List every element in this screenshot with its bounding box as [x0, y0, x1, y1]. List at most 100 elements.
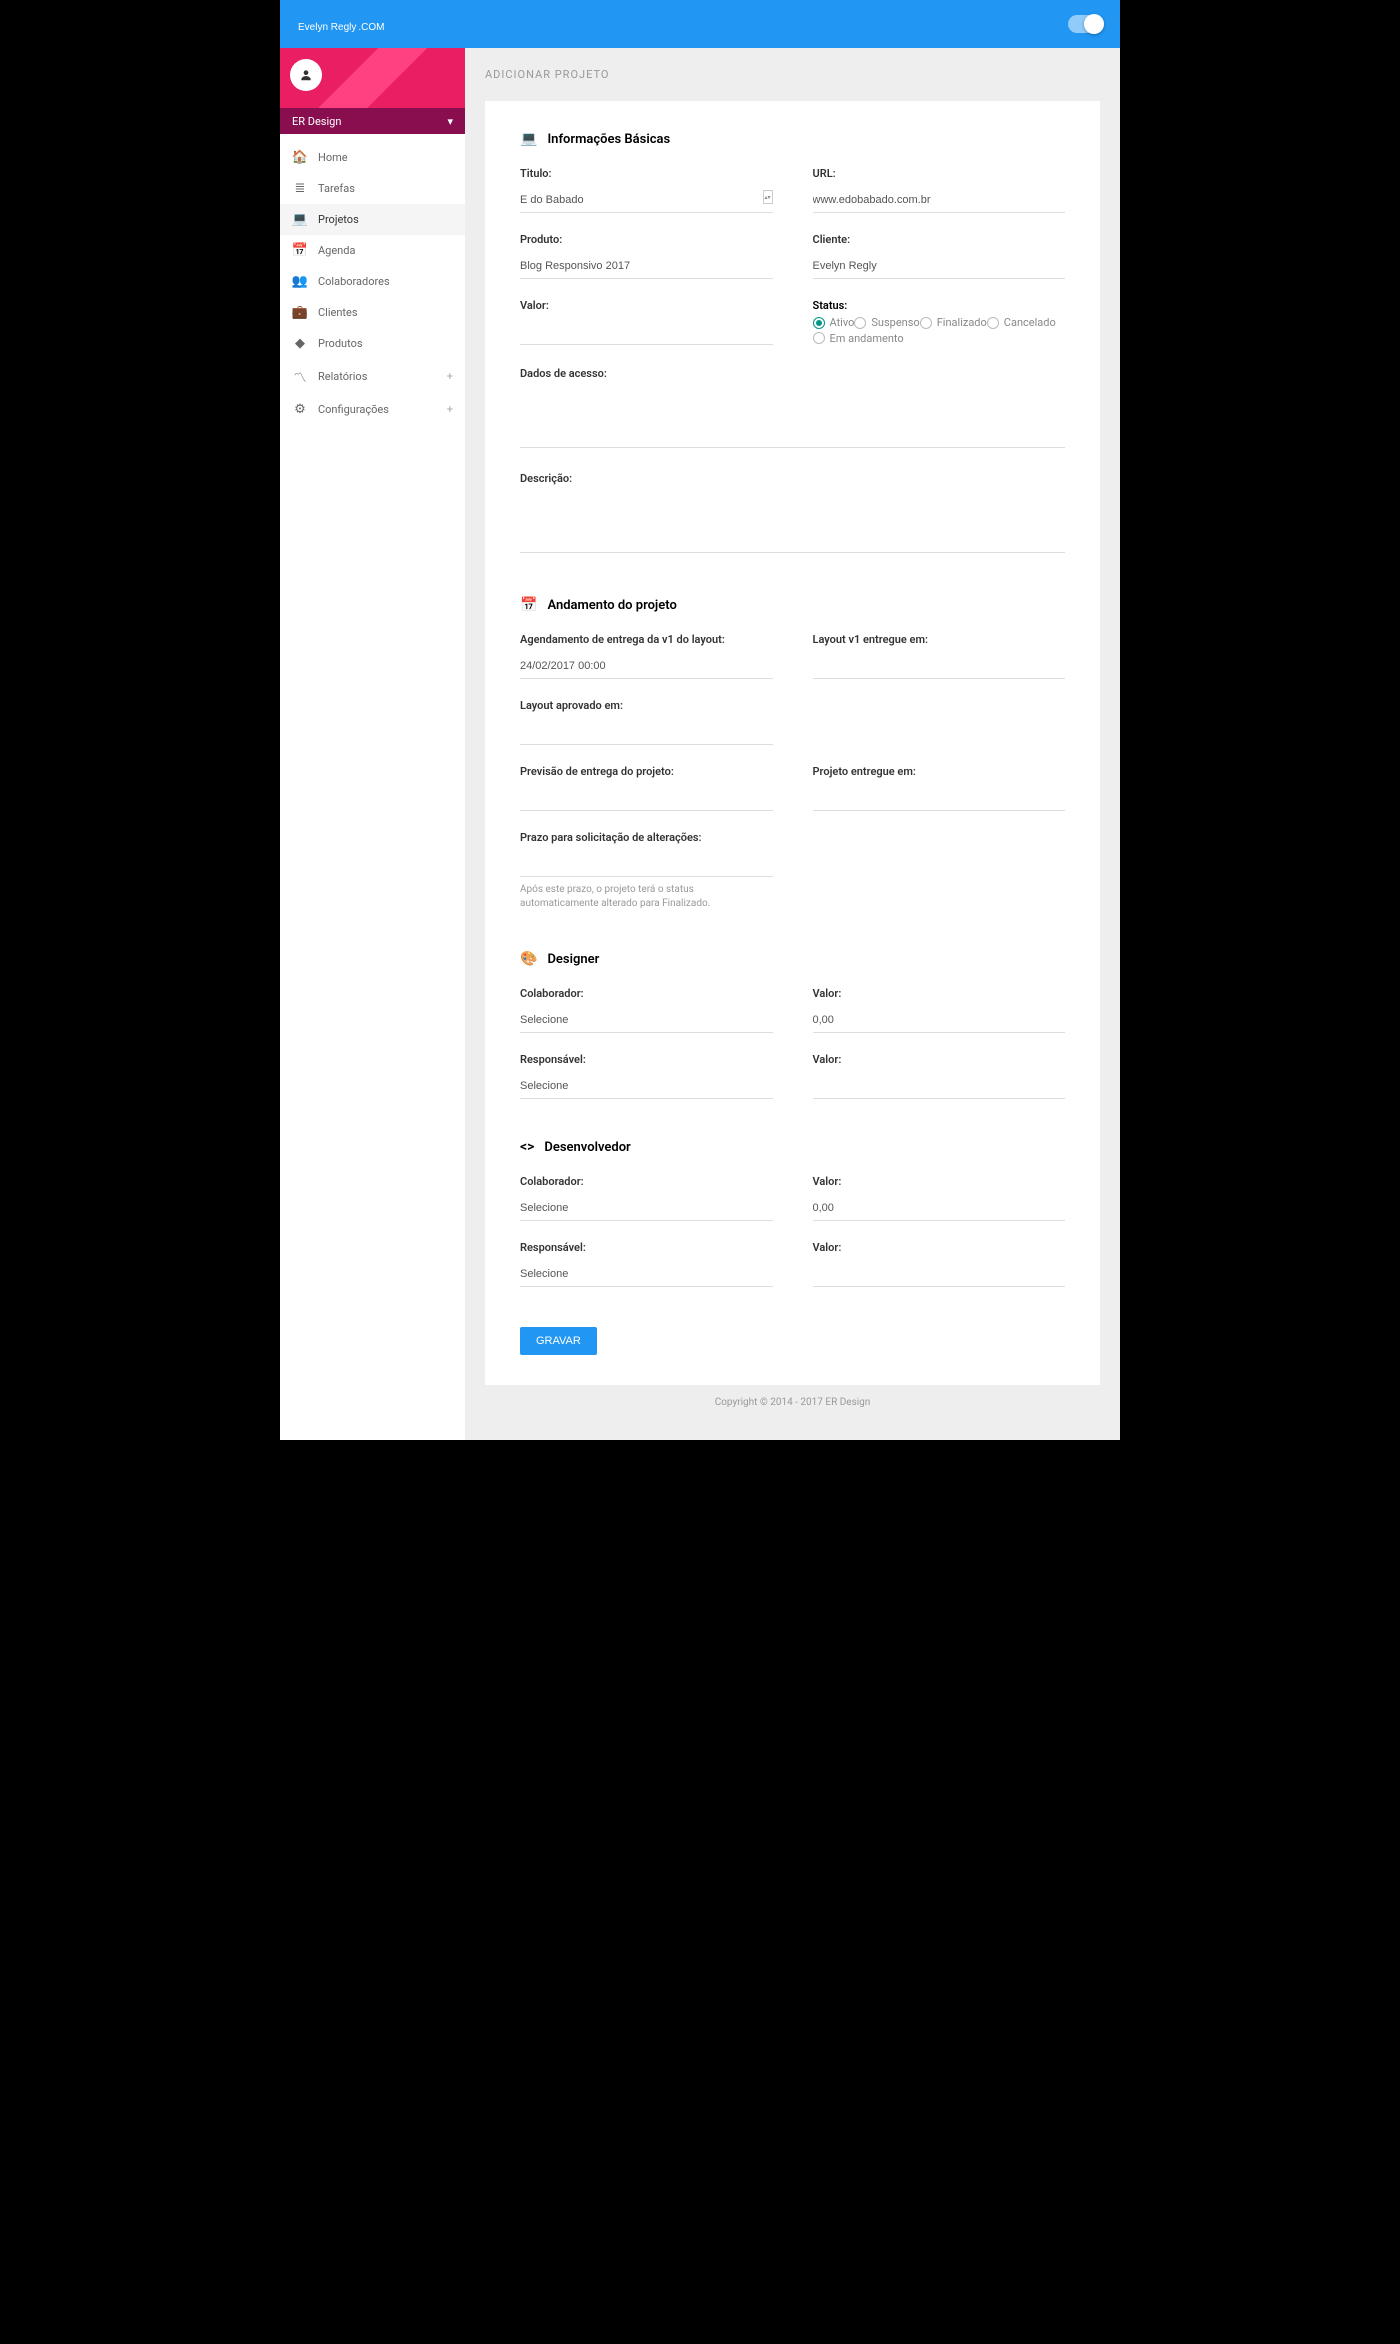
produto-input[interactable]: [520, 256, 773, 279]
section-dev-title: <> Desenvolvedor: [520, 1139, 1065, 1155]
save-button[interactable]: GRAVAR: [520, 1327, 597, 1355]
sidebar-item-projetos[interactable]: 💻 Projetos: [280, 204, 465, 235]
url-input[interactable]: [813, 190, 1066, 213]
dev-colab-label: Colaborador:: [520, 1175, 773, 1188]
dev-resp-label: Responsável:: [520, 1241, 773, 1254]
sidebar-item-label: Relatórios: [318, 370, 367, 383]
sidebar-item-label: Produtos: [318, 337, 363, 350]
descricao-input[interactable]: [520, 493, 1065, 553]
titulo-input[interactable]: [520, 190, 773, 213]
descricao-label: Descrição:: [520, 472, 1065, 485]
sidebar-item-agenda[interactable]: 📅 Agenda: [280, 235, 465, 266]
code-icon: <>: [520, 1139, 534, 1155]
designer-resp-label: Responsável:: [520, 1053, 773, 1066]
prazo-input[interactable]: [520, 854, 773, 877]
status-option-label: Finalizado: [937, 316, 987, 329]
layout-aprovado-label: Layout aprovado em:: [520, 699, 773, 712]
sidebar-item-label: Projetos: [318, 213, 359, 226]
sidebar: ER Design ▾ 🏠Home≣Tarefas 💻 Projetos 📅 Agend…: [280, 48, 465, 1440]
main: ADICIONAR PROJETO 💻 Informações Básicas …: [465, 48, 1120, 1440]
sidebar-header: [280, 48, 465, 108]
status-option[interactable]: Suspenso: [854, 316, 919, 329]
produtos-icon: ◆: [292, 336, 308, 351]
sidebar-item-clientes[interactable]: 💼Clientes: [280, 297, 465, 328]
designer-valor2-label: Valor:: [813, 1053, 1066, 1066]
section-basic-title: 💻 Informações Básicas: [520, 131, 1065, 147]
cliente-input[interactable]: [813, 256, 1066, 279]
prazo-label: Prazo para solicitação de alterações:: [520, 831, 773, 844]
configuracoes-icon: ⚙: [292, 402, 308, 417]
agenda-icon: 📅: [292, 243, 308, 258]
agendamento-label: Agendamento de entrega da v1 do layout:: [520, 633, 773, 646]
toggle-knob: [1084, 14, 1104, 34]
dev-resp-input[interactable]: [520, 1264, 773, 1287]
theme-toggle[interactable]: [1068, 15, 1104, 33]
previsao-label: Previsão de entrega do projeto:: [520, 765, 773, 778]
status-option[interactable]: Finalizado: [920, 316, 987, 329]
home-icon: 🏠: [292, 150, 308, 165]
laptop-icon: 💻: [520, 131, 537, 147]
designer-valor-label: Valor:: [813, 987, 1066, 1000]
radio-icon: [854, 317, 866, 329]
projeto-entregue-label: Projeto entregue em:: [813, 765, 1066, 778]
status-option-label: Ativo: [830, 316, 855, 329]
status-option[interactable]: Em andamento: [813, 332, 904, 345]
projetos-icon: 💻: [292, 212, 308, 227]
section-progress-title: 📅 Andamento do projeto: [520, 597, 1065, 613]
sidebar-item-colaboradores[interactable]: 👥Colaboradores: [280, 266, 465, 297]
spinner-icon[interactable]: ▴▾: [763, 190, 773, 204]
produto-label: Produto:: [520, 233, 773, 246]
sidebar-item-produtos[interactable]: ◆ Produtos: [280, 328, 465, 359]
titulo-label: Titulo:: [520, 167, 773, 180]
sidebar-item-label: Clientes: [318, 306, 358, 319]
dados-label: Dados de acesso:: [520, 367, 1065, 380]
status-option-label: Em andamento: [830, 332, 904, 345]
previsao-input[interactable]: [520, 788, 773, 811]
radio-icon: [813, 332, 825, 344]
sidebar-item-label: Colaboradores: [318, 275, 390, 288]
designer-valor2-input[interactable]: [813, 1076, 1066, 1099]
sidebar-item-relatorios[interactable]: 〽Relatórios+: [280, 359, 465, 394]
status-option[interactable]: Cancelado: [987, 316, 1056, 329]
dados-input[interactable]: [520, 388, 1065, 448]
sidebar-brand[interactable]: ER Design ▾: [280, 108, 465, 134]
avatar[interactable]: [290, 59, 322, 91]
designer-colab-label: Colaborador:: [520, 987, 773, 1000]
status-option-label: Suspenso: [871, 316, 919, 329]
status-option[interactable]: Ativo: [813, 316, 855, 329]
dev-valor2-label: Valor:: [813, 1241, 1066, 1254]
dev-valor-input[interactable]: [813, 1198, 1066, 1221]
dev-valor-label: Valor:: [813, 1175, 1066, 1188]
user-icon: [299, 68, 313, 82]
sidebar-nav: 🏠Home≣Tarefas 💻 Projetos 📅 Agenda 👥Colaborado…: [280, 134, 465, 433]
tarefas-icon: ≣: [292, 181, 308, 196]
valor-input[interactable]: [520, 322, 773, 345]
cliente-label: Cliente:: [813, 233, 1066, 246]
dev-colab-input[interactable]: [520, 1198, 773, 1221]
designer-colab-input[interactable]: [520, 1010, 773, 1033]
sidebar-item-label: Configurações: [318, 403, 389, 416]
topbar: Evelyn Regly.COM: [280, 0, 1120, 48]
sidebar-item-tarefas[interactable]: ≣Tarefas: [280, 173, 465, 204]
url-label: URL:: [813, 167, 1066, 180]
page-title: ADICIONAR PROJETO: [485, 68, 1100, 81]
logo: Evelyn Regly.COM: [296, 14, 384, 35]
projeto-entregue-input[interactable]: [813, 788, 1066, 811]
sidebar-item-configuracoes[interactable]: ⚙Configurações+: [280, 394, 465, 425]
layout-aprovado-input[interactable]: [520, 722, 773, 745]
sidebar-item-home[interactable]: 🏠Home: [280, 142, 465, 173]
agendamento-input[interactable]: [520, 656, 773, 679]
sidebar-item-label: Agenda: [318, 244, 355, 257]
dev-valor2-input[interactable]: [813, 1264, 1066, 1287]
layout-entregue-input[interactable]: [813, 656, 1066, 679]
status-group: Status: Ativo Suspenso FinalizadoCancelado…: [813, 299, 1066, 347]
section-designer-title: 🎨 Designer: [520, 951, 1065, 967]
designer-resp-input[interactable]: [520, 1076, 773, 1099]
radio-icon: [920, 317, 932, 329]
layout-entregue-label: Layout v1 entregue em:: [813, 633, 1066, 646]
radio-icon: [987, 317, 999, 329]
designer-valor-input[interactable]: [813, 1010, 1066, 1033]
form-card: 💻 Informações Básicas Titulo: ▴▾ URL:: [485, 101, 1100, 1385]
status-label: Status:: [813, 299, 848, 312]
plus-icon: +: [447, 370, 453, 383]
